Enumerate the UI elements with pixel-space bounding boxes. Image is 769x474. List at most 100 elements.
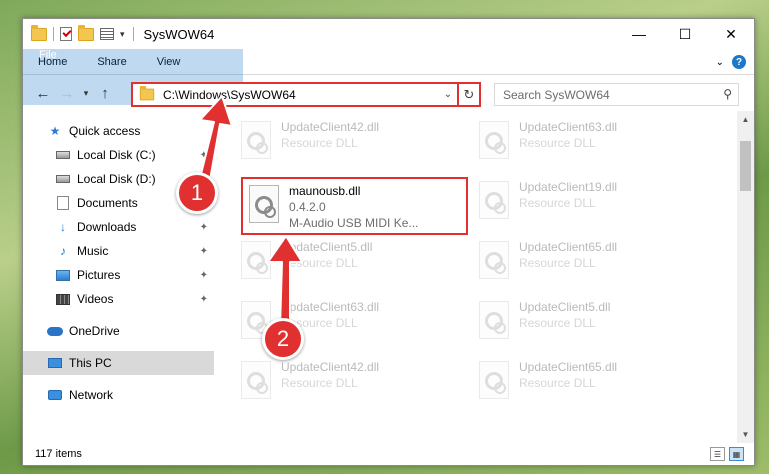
drive-icon bbox=[56, 175, 70, 183]
sidebar-item-label: Documents bbox=[77, 196, 138, 210]
properties-check-icon[interactable] bbox=[60, 27, 72, 41]
sidebar-item-videos[interactable]: Videos ✦ bbox=[23, 287, 214, 311]
dll-file-icon bbox=[241, 121, 271, 159]
status-bar: 117 items ☰ ▦ bbox=[23, 443, 754, 465]
file-name: UpdateClient63.dll bbox=[519, 120, 618, 134]
file-name: UpdateClient5.dll bbox=[519, 300, 611, 314]
sidebar-item-music[interactable]: ♪ Music ✦ bbox=[23, 239, 214, 263]
cloud-icon bbox=[47, 326, 63, 336]
file-item[interactable]: UpdateClient65.dll Resource DLL bbox=[473, 235, 693, 291]
sidebar-item-quick-access[interactable]: ★ Quick access bbox=[23, 119, 214, 143]
file-item[interactable]: UpdateClient65.dll Resource DLL bbox=[473, 355, 693, 411]
file-item[interactable]: UpdateClient19.dll Resource DLL bbox=[473, 175, 693, 231]
pin-icon[interactable]: ✦ bbox=[200, 246, 208, 257]
pin-icon[interactable]: ✦ bbox=[200, 294, 208, 305]
ribbon-right: ⌄ ? bbox=[716, 55, 746, 69]
file-name: maunousb.dll bbox=[289, 184, 361, 198]
dll-file-icon bbox=[479, 241, 509, 279]
sidebar-item-local-disk-c[interactable]: Local Disk (C:) ✦ bbox=[23, 143, 214, 167]
chevron-down-icon[interactable]: ▾ bbox=[120, 29, 125, 40]
file-name: UpdateClient63.dll bbox=[281, 300, 380, 314]
customize-toolbar-icon[interactable] bbox=[100, 28, 114, 40]
sidebar-item-downloads[interactable]: ↓ Downloads ✦ bbox=[23, 215, 214, 239]
item-count: 117 items bbox=[35, 448, 82, 460]
drive-icon bbox=[56, 151, 70, 159]
chevron-down-icon[interactable]: ⌄ bbox=[439, 89, 457, 100]
file-name: UpdateClient19.dll bbox=[519, 180, 618, 194]
sidebar-item-label: Local Disk (C:) bbox=[77, 148, 156, 162]
expand-ribbon-icon[interactable]: ⌄ bbox=[716, 57, 724, 68]
videos-icon bbox=[56, 293, 70, 305]
vertical-scrollbar[interactable]: ▲ ▼ bbox=[737, 111, 754, 443]
sidebar-item-label: Pictures bbox=[77, 268, 121, 282]
details-view-icon[interactable]: ☰ bbox=[710, 447, 725, 461]
folder-icon bbox=[139, 85, 155, 101]
file-name: UpdateClient42.dll bbox=[281, 120, 380, 134]
file-type: Resource DLL bbox=[519, 376, 596, 390]
pin-icon[interactable]: ✦ bbox=[200, 150, 208, 161]
file-name: UpdateClient5.dll bbox=[281, 240, 373, 254]
minimize-button[interactable]: — bbox=[616, 19, 662, 49]
address-path[interactable]: C:\Windows\SysWOW64 bbox=[163, 88, 439, 102]
file-item[interactable]: UpdateClient42.dll Resource DLL bbox=[235, 115, 455, 171]
scroll-up-icon[interactable]: ▲ bbox=[737, 111, 754, 128]
maximize-button[interactable]: ☐ bbox=[662, 19, 708, 49]
sidebar-item-pictures[interactable]: Pictures ✦ bbox=[23, 263, 214, 287]
network-icon bbox=[48, 390, 62, 400]
main-content: ★ Quick access Local Disk (C:) ✦ Local D… bbox=[23, 111, 754, 443]
computer-icon bbox=[48, 358, 62, 368]
scroll-down-icon[interactable]: ▼ bbox=[737, 426, 754, 443]
file-item-maunousb[interactable]: maunousb.dll 0.4.2.0 M-Audio USB MIDI Ke… bbox=[241, 177, 468, 235]
close-button[interactable]: ✕ bbox=[708, 19, 754, 49]
star-icon: ★ bbox=[49, 124, 61, 138]
navigation-bar: ← → ▾ ↑ C:\Windows\SysWOW64 ⌄ ↻ Search S… bbox=[23, 75, 754, 111]
pin-icon[interactable]: ✦ bbox=[200, 222, 208, 233]
dll-file-icon bbox=[479, 121, 509, 159]
file-type: Resource DLL bbox=[281, 136, 358, 150]
quick-access-toolbar: ▾ bbox=[23, 24, 125, 41]
help-icon[interactable]: ? bbox=[732, 55, 746, 69]
forward-arrow-icon[interactable]: → bbox=[55, 81, 79, 105]
file-version: 0.4.2.0 bbox=[289, 200, 326, 214]
sidebar-item-network[interactable]: Network bbox=[23, 383, 214, 407]
sidebar-item-label: Music bbox=[77, 244, 109, 258]
explorer-window: ▾ SysWOW64 — ☐ ✕ File Home Share View ⌄ … bbox=[22, 18, 755, 466]
recent-locations-icon[interactable]: ▾ bbox=[79, 88, 93, 99]
sidebar-item-label: This PC bbox=[69, 356, 112, 370]
file-name: UpdateClient65.dll bbox=[519, 240, 618, 254]
file-name: UpdateClient42.dll bbox=[281, 360, 380, 374]
search-input[interactable]: Search SysWOW64 ⚲ bbox=[494, 83, 739, 106]
new-folder-icon[interactable] bbox=[78, 24, 94, 41]
file-item[interactable]: UpdateClient42.dll Resource DLL bbox=[235, 355, 455, 411]
title-bar: ▾ SysWOW64 — ☐ ✕ bbox=[23, 19, 754, 49]
file-type: Resource DLL bbox=[519, 316, 596, 330]
address-bar[interactable]: C:\Windows\SysWOW64 ⌄ ↻ bbox=[131, 82, 481, 107]
sidebar-item-label: Videos bbox=[77, 292, 114, 306]
dll-file-icon bbox=[479, 361, 509, 399]
sidebar-item-onedrive[interactable]: OneDrive bbox=[23, 319, 214, 343]
download-icon: ↓ bbox=[60, 220, 66, 234]
file-item[interactable]: UpdateClient5.dll Resource DLL bbox=[235, 235, 455, 291]
file-list: UpdateClient42.dll Resource DLL UpdateCl… bbox=[215, 111, 754, 443]
sidebar-item-label: Local Disk (D:) bbox=[77, 172, 156, 186]
up-arrow-icon[interactable]: ↑ bbox=[93, 81, 117, 105]
window-title: SysWOW64 bbox=[143, 26, 215, 42]
sidebar-item-this-pc[interactable]: This PC bbox=[23, 351, 214, 375]
step-2-badge: 2 bbox=[262, 318, 304, 360]
tiles-view-icon[interactable]: ▦ bbox=[729, 447, 744, 461]
file-type: Resource DLL bbox=[519, 256, 596, 270]
file-item[interactable]: UpdateClient5.dll Resource DLL bbox=[473, 295, 693, 351]
pin-icon[interactable]: ✦ bbox=[200, 270, 208, 281]
file-type: Resource DLL bbox=[519, 196, 596, 210]
back-arrow-icon[interactable]: ← bbox=[31, 81, 55, 105]
file-item[interactable]: UpdateClient63.dll Resource DLL bbox=[473, 115, 693, 171]
ribbon-tabs: File Home Share View ⌄ ? bbox=[23, 49, 754, 105]
refresh-icon[interactable]: ↻ bbox=[457, 84, 479, 105]
search-icon[interactable]: ⚲ bbox=[723, 87, 732, 101]
dll-file-icon bbox=[479, 301, 509, 339]
sidebar-item-label: OneDrive bbox=[69, 324, 120, 338]
navigation-pane: ★ Quick access Local Disk (C:) ✦ Local D… bbox=[23, 111, 215, 443]
dll-file-icon bbox=[241, 361, 271, 399]
scrollbar-thumb[interactable] bbox=[740, 141, 751, 191]
file-type: Resource DLL bbox=[281, 256, 358, 270]
